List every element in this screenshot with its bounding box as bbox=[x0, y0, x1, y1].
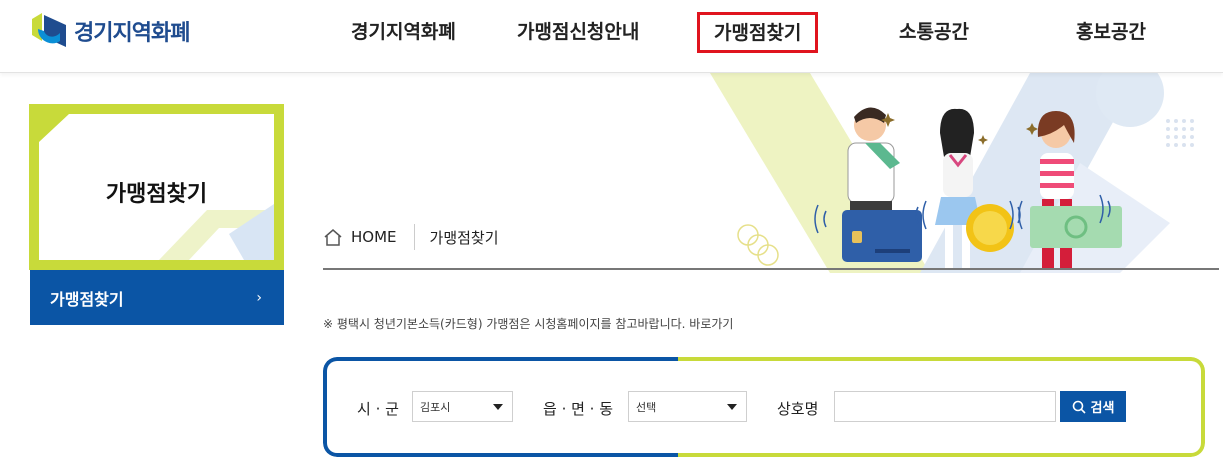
dong-select[interactable]: 선택 bbox=[628, 391, 747, 422]
nav-item-gyeonggi-currency[interactable]: 경기지역화폐 bbox=[351, 17, 456, 44]
side-title-box: 가맹점찾기 bbox=[29, 104, 284, 270]
dong-label: 읍 · 면 · 동 bbox=[543, 400, 614, 418]
breadcrumb-current: 가맹점찾기 bbox=[429, 228, 499, 247]
side-title: 가맹점찾기 bbox=[105, 182, 208, 207]
breadcrumb-home[interactable]: HOME bbox=[323, 228, 397, 246]
logo-icon bbox=[30, 11, 68, 51]
breadcrumb-home-label: HOME bbox=[351, 228, 397, 246]
breadcrumb-divider bbox=[413, 224, 415, 250]
chevron-right-icon: › bbox=[256, 289, 262, 306]
nav-item-promotion[interactable]: 홍보공간 bbox=[1076, 17, 1146, 44]
notice-text: ※ 평택시 청년기본소득(카드형) 가맹점은 시청홈페이지를 참고바랍니다. 바… bbox=[323, 315, 733, 332]
nav-item-merchant-application[interactable]: 가맹점신청안내 bbox=[517, 17, 639, 44]
breadcrumb-underline bbox=[323, 268, 1219, 270]
store-name-input[interactable] bbox=[834, 391, 1056, 422]
search-icon bbox=[1072, 400, 1086, 414]
chevron-down-icon bbox=[727, 404, 737, 410]
banner-illustration bbox=[700, 73, 1223, 273]
side-menu-find-merchant[interactable]: 가맹점찾기 › bbox=[30, 270, 284, 325]
side-menu-label: 가맹점찾기 bbox=[50, 289, 124, 309]
side-title-panel: 가맹점찾기 bbox=[39, 114, 274, 260]
site-logo[interactable]: 경기지역화폐 bbox=[30, 11, 190, 51]
notice-message: ※ 평택시 청년기본소득(카드형) 가맹점은 시청홈페이지를 참고바랍니다. bbox=[323, 317, 686, 331]
city-select-value: 김포시 bbox=[420, 400, 451, 414]
nav-item-community[interactable]: 소통공간 bbox=[899, 17, 969, 44]
nav-item-find-merchant[interactable]: 가맹점찾기 bbox=[697, 12, 819, 53]
store-name-label: 상호명 bbox=[777, 400, 819, 418]
search-button[interactable]: 검색 bbox=[1060, 391, 1126, 422]
city-select[interactable]: 김포시 bbox=[412, 391, 513, 422]
notice-shortcut-link[interactable]: 바로가기 bbox=[689, 317, 733, 331]
breadcrumb: HOME 가맹점찾기 bbox=[323, 224, 499, 250]
site-header: 경기지역화폐 경기지역화폐 가맹점신청안내 가맹점찾기 소통공간 홍보공간 bbox=[0, 0, 1223, 73]
dong-select-value: 선택 bbox=[636, 400, 657, 414]
home-icon bbox=[324, 229, 342, 246]
logo-text: 경기지역화폐 bbox=[74, 21, 190, 46]
search-button-label: 검색 bbox=[1090, 401, 1115, 416]
chevron-down-icon bbox=[493, 404, 503, 410]
search-form: 시 · 군 김포시 읍 · 면 · 동 선택 상호명 검색 bbox=[323, 391, 1205, 423]
search-panel: 시 · 군 김포시 읍 · 면 · 동 선택 상호명 검색 bbox=[323, 357, 1205, 457]
city-label: 시 · 군 bbox=[357, 400, 399, 418]
